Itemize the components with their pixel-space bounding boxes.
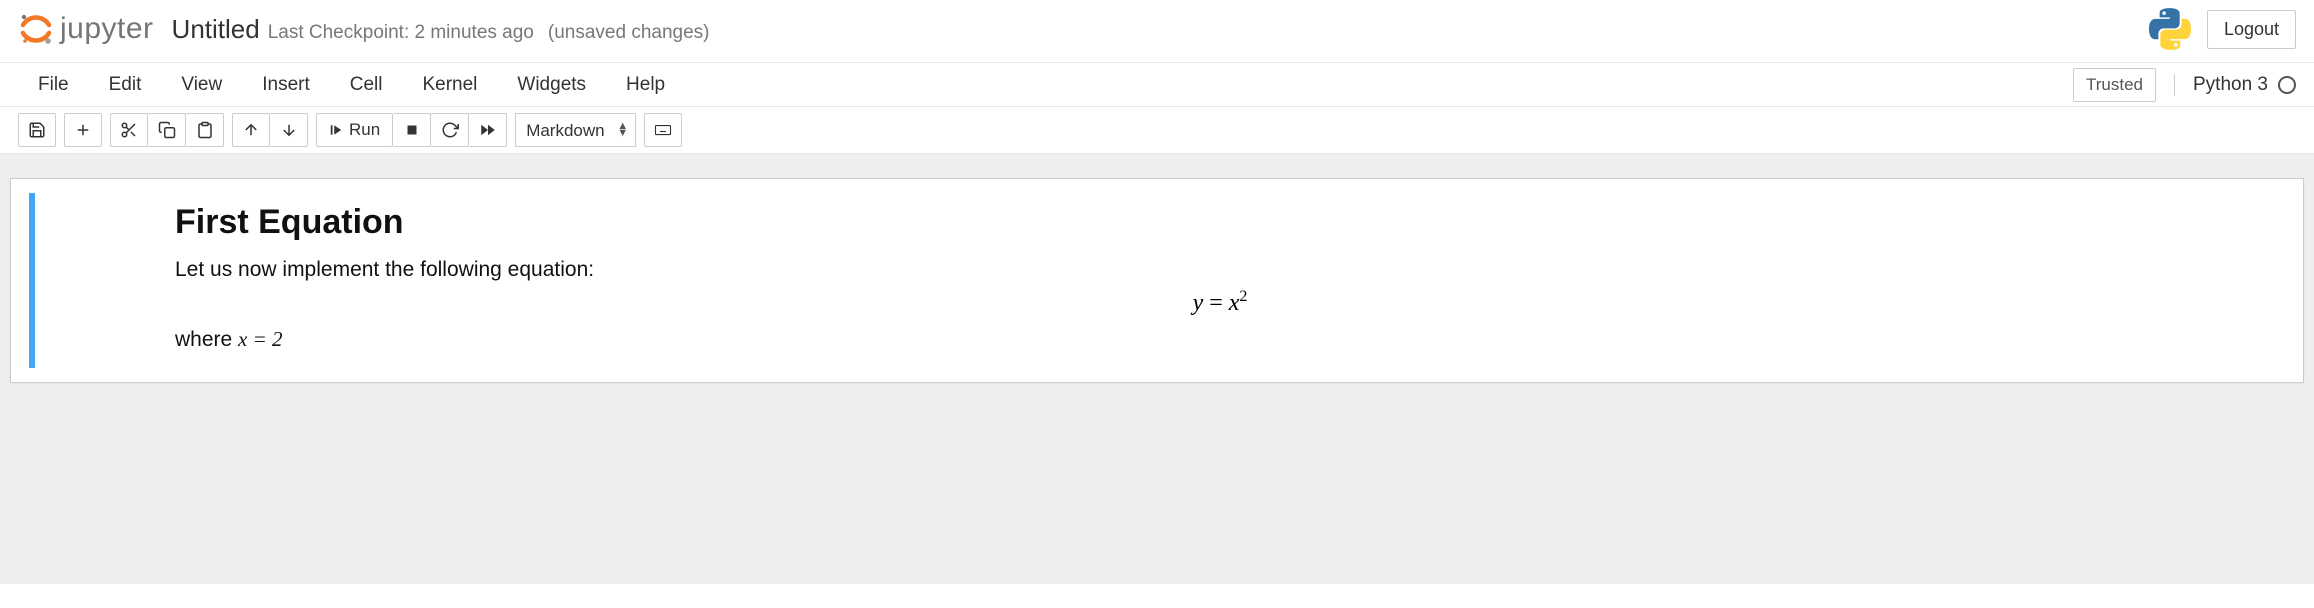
menubar-right: Trusted Python 3 (2073, 68, 2296, 102)
where-prefix: where (175, 328, 238, 351)
keyboard-icon (654, 121, 672, 139)
restart-button[interactable] (431, 113, 469, 147)
markdown-cell[interactable]: First Equation Let us now implement the … (29, 193, 2285, 368)
run-button[interactable]: Run (316, 113, 393, 147)
toolbar: Run Markdown ▲▼ (0, 107, 2314, 154)
cell-intro: Let us now implement the following equat… (175, 258, 2265, 282)
jupyter-logo-text: jupyter (60, 12, 154, 46)
restart-run-all-button[interactable] (469, 113, 507, 147)
run-step-icon (329, 123, 343, 137)
unsaved-status: (unsaved changes) (548, 22, 710, 44)
menu-widgets[interactable]: Widgets (497, 66, 606, 104)
kernel-idle-icon (2278, 76, 2296, 94)
header: jupyter Untitled Last Checkpoint: 2 minu… (0, 0, 2314, 63)
move-down-button[interactable] (270, 113, 308, 147)
kernel-indicator: Python 3 (2174, 74, 2296, 96)
save-icon (28, 121, 46, 139)
eq-y: y (1193, 290, 1204, 316)
cell-equation: y = x2 (175, 288, 2265, 317)
cell-where: where x = 2 (175, 327, 2265, 352)
where-math: x = 2 (238, 327, 283, 351)
notebook-area: First Equation Let us now implement the … (0, 154, 2314, 584)
menu-edit[interactable]: Edit (89, 66, 162, 104)
eq-equals: = (1203, 290, 1229, 316)
move-up-button[interactable] (232, 113, 270, 147)
copy-icon (158, 121, 176, 139)
copy-button[interactable] (148, 113, 186, 147)
title-area: Untitled Last Checkpoint: 2 minutes ago … (172, 14, 710, 45)
cell-type-select[interactable]: Markdown (515, 113, 636, 147)
header-right: Logout (2149, 8, 2296, 50)
eq-x: x (1229, 290, 1240, 316)
menu-view[interactable]: View (161, 66, 242, 104)
arrow-down-icon (280, 121, 298, 139)
paste-icon (196, 121, 214, 139)
menu-help[interactable]: Help (606, 66, 685, 104)
menu-cell[interactable]: Cell (330, 66, 403, 104)
python-icon (2149, 8, 2191, 50)
arrow-up-icon (242, 121, 260, 139)
notebook-container: First Equation Let us now implement the … (10, 178, 2304, 383)
menu-file[interactable]: File (18, 66, 89, 104)
menu-insert[interactable]: Insert (242, 66, 330, 104)
menubar: File Edit View Insert Cell Kernel Widget… (0, 63, 2314, 107)
kernel-name[interactable]: Python 3 (2193, 74, 2268, 96)
jupyter-logo[interactable]: jupyter (18, 11, 154, 47)
command-palette-button[interactable] (644, 113, 682, 147)
paste-button[interactable] (186, 113, 224, 147)
refresh-icon (441, 121, 459, 139)
eq-sup: 2 (1239, 288, 1247, 305)
logout-button[interactable]: Logout (2207, 10, 2296, 49)
save-button[interactable] (18, 113, 56, 147)
cut-button[interactable] (110, 113, 148, 147)
scissors-icon (120, 121, 138, 139)
jupyter-icon (18, 11, 54, 47)
trusted-button[interactable]: Trusted (2073, 68, 2156, 102)
interrupt-button[interactable] (393, 113, 431, 147)
insert-cell-button[interactable] (64, 113, 102, 147)
plus-icon (74, 121, 92, 139)
checkpoint-status: Last Checkpoint: 2 minutes ago (268, 22, 534, 44)
stop-icon (403, 121, 421, 139)
menu-kernel[interactable]: Kernel (402, 66, 497, 104)
cell-heading: First Equation (175, 203, 2265, 242)
fast-forward-icon (479, 121, 497, 139)
run-label: Run (349, 120, 380, 140)
notebook-title[interactable]: Untitled (172, 14, 260, 45)
